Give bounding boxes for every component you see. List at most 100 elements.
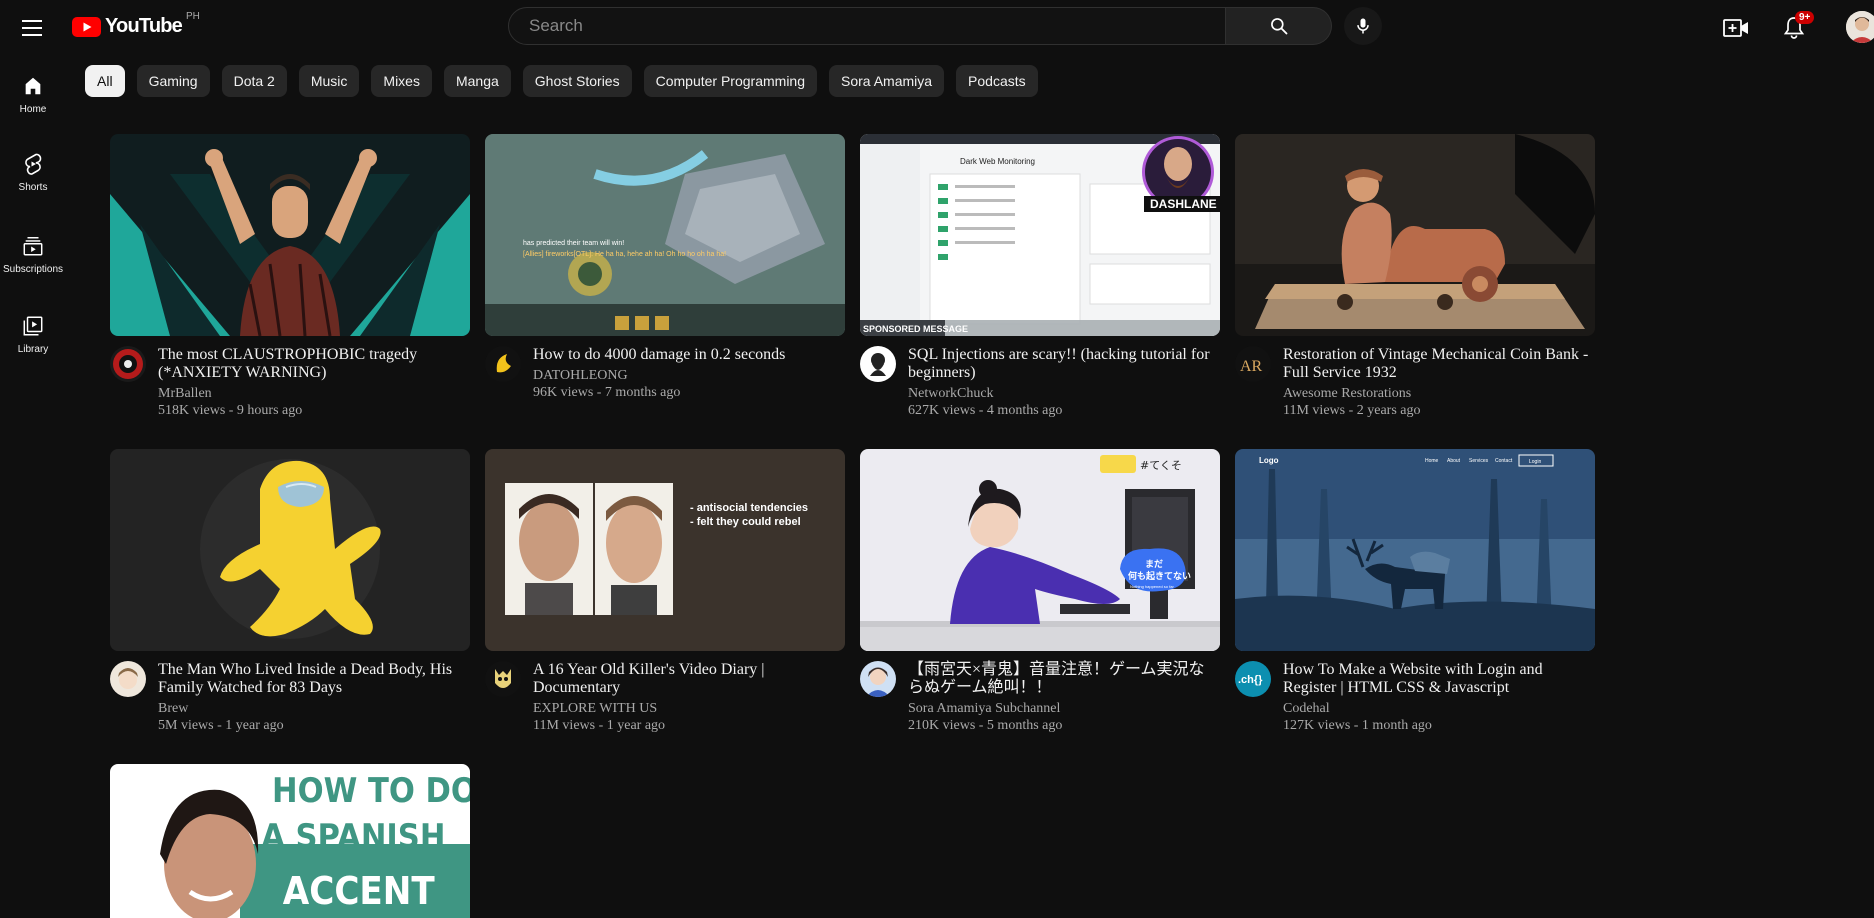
- sidebar-item-library[interactable]: Library: [0, 296, 66, 366]
- chip-sora-amamiya[interactable]: Sora Amamiya: [829, 65, 945, 97]
- search-button[interactable]: [1226, 7, 1332, 45]
- video-meta: 【雨宮天×青鬼】音量注意！ゲーム実況ならぬゲーム絶叫！！ Sora Amamiy…: [908, 661, 1220, 734]
- thumbnail-headline-line: A SPANISH: [261, 816, 445, 856]
- thumbnail-headline-line: ACCENT: [283, 868, 435, 913]
- channel-avatar[interactable]: .ch{}: [1235, 661, 1271, 697]
- channel-name[interactable]: DATOHLEONG: [533, 368, 845, 384]
- video-thumbnail[interactable]: [1235, 134, 1595, 336]
- sidebar-item-label: Shorts: [18, 182, 48, 193]
- thumbnail-login-button: Login: [1529, 459, 1541, 465]
- video-title[interactable]: 【雨宮天×青鬼】音量注意！ゲーム実況ならぬゲーム絶叫！！: [908, 661, 1220, 697]
- notification-badge: 9+: [1795, 11, 1815, 24]
- channel-avatar[interactable]: [485, 661, 521, 697]
- sidebar-item-shorts[interactable]: Shorts: [0, 134, 66, 204]
- thumbnail-nav-item: Contact: [1495, 458, 1513, 464]
- chip-gaming[interactable]: Gaming: [136, 65, 210, 97]
- thumbnail-nav-item: Home: [1425, 458, 1439, 464]
- search-box: [508, 7, 1226, 45]
- user-avatar[interactable]: [1846, 11, 1874, 43]
- thumbnail-bubble-line: まだ: [1145, 559, 1163, 570]
- notifications-button[interactable]: 9+: [1778, 11, 1815, 44]
- thumbnail-sponsor-label: SPONSORED MESSAGE: [863, 324, 968, 334]
- thumbnail-image: [110, 449, 470, 651]
- thumbnail-nav-item: About: [1447, 458, 1461, 464]
- video-title[interactable]: Restoration of Vintage Mechanical Coin B…: [1283, 346, 1595, 382]
- video-stats: 127K views - 1 month ago: [1283, 718, 1432, 733]
- search-input[interactable]: [509, 8, 1225, 44]
- subscriptions-icon: [21, 234, 45, 258]
- chip-music[interactable]: Music: [298, 65, 360, 97]
- shorts-icon: [21, 152, 45, 176]
- video-meta: A 16 Year Old Killer's Video Diary | Doc…: [533, 661, 845, 734]
- video-stats: 518K views - 9 hours ago: [158, 403, 303, 418]
- video-title[interactable]: How To Make a Website with Login and Reg…: [1283, 661, 1595, 697]
- video-title[interactable]: How to do 4000 damage in 0.2 seconds: [533, 346, 845, 364]
- video-stats: 11M views - 2 years ago: [1283, 403, 1421, 418]
- video-meta: Restoration of Vintage Mechanical Coin B…: [1283, 346, 1595, 419]
- logo-wordmark: YouTube: [105, 15, 183, 37]
- voice-search-button[interactable]: [1344, 7, 1382, 45]
- channel-name[interactable]: EXPLORE WITH US: [533, 701, 845, 717]
- video-thumbnail[interactable]: Dark Web Monitoring DASHLANE SPONSORED M…: [860, 134, 1220, 336]
- chip-computer-programming[interactable]: Computer Programming: [643, 65, 817, 97]
- channel-avatar-text: AR: [1240, 358, 1263, 375]
- thumbnail-caption-line: - felt they could rebel: [690, 516, 801, 528]
- video-meta: The most CLAUSTROPHOBIC tragedy (*ANXIET…: [158, 346, 470, 419]
- thumbnail-image: - antisocial tendencies - felt they coul…: [485, 449, 845, 651]
- channel-avatar[interactable]: AR: [1235, 346, 1271, 382]
- video-title[interactable]: The Man Who Lived Inside a Dead Body, Hi…: [158, 661, 470, 697]
- video-stats: 11M views - 1 year ago: [533, 718, 666, 733]
- chip-all[interactable]: All: [85, 65, 125, 97]
- thumbnail-logo-text: Logo: [1259, 456, 1279, 465]
- thumbnail-image: Dark Web Monitoring DASHLANE SPONSORED M…: [860, 134, 1220, 336]
- video-thumbnail[interactable]: #てくそ まだ 何も起きてない Nothing happened so far: [860, 449, 1220, 651]
- channel-name[interactable]: MrBallen: [158, 386, 470, 402]
- sidebar-item-subscriptions[interactable]: Subscriptions: [0, 216, 66, 286]
- video-thumbnail[interactable]: has predicted their team will win! [Alli…: [485, 134, 845, 336]
- chip-podcasts[interactable]: Podcasts: [956, 65, 1038, 97]
- chip-ghost-stories[interactable]: Ghost Stories: [522, 65, 632, 97]
- channel-avatar[interactable]: [110, 661, 146, 697]
- country-code: PH: [185, 11, 200, 22]
- channel-avatar-text: .ch{}: [1238, 674, 1263, 686]
- channel-avatar[interactable]: [860, 661, 896, 697]
- video-thumbnail[interactable]: [110, 449, 470, 651]
- video-title[interactable]: The most CLAUSTROPHOBIC tragedy (*ANXIET…: [158, 346, 470, 382]
- home-icon: [21, 74, 45, 98]
- channel-name[interactable]: Codehal: [1283, 701, 1595, 717]
- youtube-logo[interactable]: YouTube PH: [72, 11, 200, 38]
- chip-mixes[interactable]: Mixes: [371, 65, 432, 97]
- channel-name[interactable]: NetworkChuck: [908, 386, 1220, 402]
- sidebar-item-home[interactable]: Home: [0, 56, 66, 126]
- video-thumbnail[interactable]: - antisocial tendencies - felt they coul…: [485, 449, 845, 651]
- youtube-play-logo-icon: [72, 16, 101, 37]
- hamburger-menu-icon[interactable]: [20, 16, 44, 40]
- channel-name[interactable]: Awesome Restorations: [1283, 386, 1595, 402]
- thumbnail-headline-line: HOW TO DO: [272, 770, 470, 810]
- video-meta: How to do 4000 damage in 0.2 seconds DAT…: [533, 346, 845, 401]
- video-thumbnail[interactable]: Logo Home About Services Contact Login: [1235, 449, 1595, 651]
- thumbnail-caption-line: - antisocial tendencies: [690, 502, 808, 514]
- video-stats: 210K views - 5 months ago: [908, 718, 1063, 733]
- video-stats: 96K views - 7 months ago: [533, 385, 681, 400]
- channel-avatar[interactable]: [485, 346, 521, 382]
- video-title[interactable]: SQL Injections are scary!! (hacking tuto…: [908, 346, 1220, 382]
- video-thumbnail[interactable]: [110, 134, 470, 336]
- thumbnail-chat-line: has predicted their team will win!: [523, 240, 624, 247]
- chip-manga[interactable]: Manga: [443, 65, 511, 97]
- video-title[interactable]: A 16 Year Old Killer's Video Diary | Doc…: [533, 661, 845, 697]
- thumbnail-bubble-line: Nothing happened so far: [1130, 584, 1174, 589]
- chip-dota-2[interactable]: Dota 2: [221, 65, 287, 97]
- channel-name[interactable]: Brew: [158, 701, 470, 717]
- channel-avatar[interactable]: [860, 346, 896, 382]
- microphone-icon: [1357, 18, 1369, 34]
- create-video-button[interactable]: [1720, 12, 1752, 44]
- sidebar-item-label: Home: [19, 104, 47, 115]
- create-video-icon: [1723, 19, 1748, 37]
- thumbnail-image: #てくそ まだ 何も起きてない Nothing happened so far: [860, 449, 1220, 651]
- channel-avatar[interactable]: [110, 346, 146, 382]
- video-thumbnail[interactable]: HOW TO DO A SPANISH ACCENT: [110, 764, 470, 918]
- thumbnail-brand-text: DASHLANE: [1150, 197, 1217, 211]
- channel-name[interactable]: Sora Amamiya Subchannel: [908, 701, 1220, 717]
- thumbnail-chat-line: [Allies] fireworks[OTL]: He ha ha, hehe …: [523, 251, 726, 258]
